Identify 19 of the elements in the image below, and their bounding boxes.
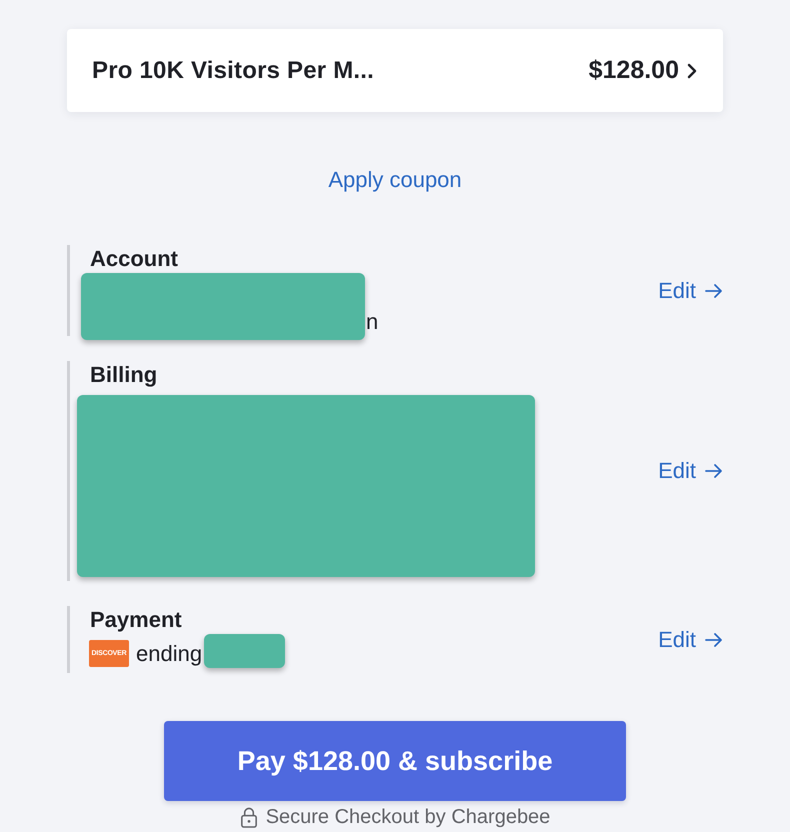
secure-checkout-text: Secure Checkout by Chargebee [266,807,550,828]
chevron-right-icon [687,62,697,78]
card-ending-text: ending [136,640,202,666]
plan-summary-card[interactable]: Pro 10K Visitors Per M... $128.00 [67,29,723,112]
account-detail-text: n [366,309,378,336]
section-title: Account [90,245,178,273]
arrow-right-icon [705,632,723,648]
section-title: Billing [90,361,158,389]
arrow-right-icon [705,282,723,298]
plan-price: $128.00 [588,56,679,85]
section-title: Payment [90,606,182,634]
edit-link[interactable]: Edit [658,458,723,484]
pay-subscribe-button[interactable]: Pay $128.00 & subscribe [164,721,626,801]
edit-link[interactable]: Edit [658,278,723,304]
lock-icon [240,807,258,828]
plan-name: Pro 10K Visitors Per M... [92,56,374,84]
apply-coupon-link[interactable]: Apply coupon [328,167,462,193]
arrow-right-icon [705,463,723,479]
edit-link[interactable]: Edit [658,626,723,652]
